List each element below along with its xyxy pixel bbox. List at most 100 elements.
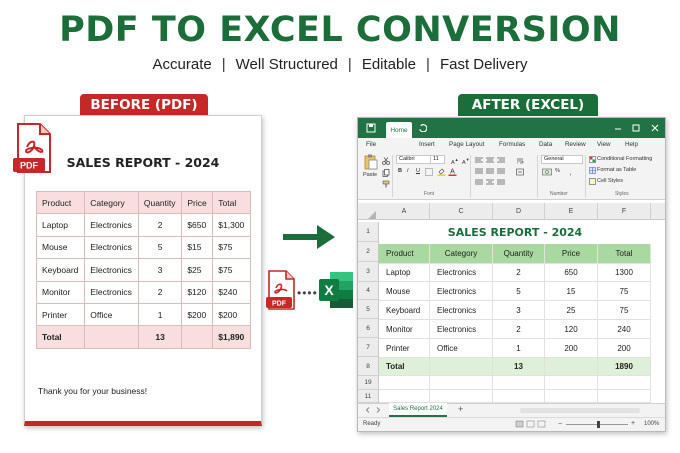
- shrink-font-icon[interactable]: A▼: [462, 157, 470, 166]
- menu-help[interactable]: Help: [625, 141, 638, 148]
- italic-button[interactable]: I: [407, 168, 409, 174]
- wrap-text-icon[interactable]: [516, 157, 524, 165]
- cell[interactable]: 240: [598, 320, 651, 339]
- cell-category-header[interactable]: Category: [430, 244, 493, 264]
- cell[interactable]: 25: [545, 301, 598, 320]
- cell[interactable]: 2: [493, 264, 545, 282]
- scroll-right-icon[interactable]: [375, 407, 381, 413]
- cell-product-header[interactable]: Product: [379, 244, 430, 264]
- horizontal-scrollbar[interactable]: [520, 408, 640, 413]
- empty-cell[interactable]: [430, 390, 493, 403]
- menu-file[interactable]: File: [366, 141, 376, 148]
- empty-cell[interactable]: [545, 376, 598, 390]
- zoom-slider-thumb[interactable]: [597, 421, 600, 428]
- empty-cell[interactable]: [545, 390, 598, 403]
- column-header-d[interactable]: D: [493, 203, 545, 220]
- font-color-icon[interactable]: A: [448, 167, 457, 176]
- scroll-left-icon[interactable]: [365, 407, 371, 413]
- save-icon[interactable]: [366, 123, 376, 133]
- row-header[interactable]: 19: [358, 376, 379, 390]
- conditional-formatting-icon[interactable]: [589, 156, 596, 163]
- grow-font-icon[interactable]: A▲: [451, 157, 459, 166]
- copy-icon[interactable]: [382, 169, 390, 177]
- underline-button[interactable]: U: [416, 168, 420, 174]
- maximize-icon[interactable]: [632, 124, 640, 132]
- zoom-out-button[interactable]: −: [558, 421, 562, 428]
- cell[interactable]: Mouse: [379, 282, 430, 301]
- cell[interactable]: 650: [545, 264, 598, 282]
- cell[interactable]: 1300: [598, 264, 651, 282]
- format-painter-icon[interactable]: [382, 180, 390, 188]
- format-as-table-icon[interactable]: [589, 167, 596, 174]
- cell[interactable]: 15: [545, 282, 598, 301]
- comma-style-icon[interactable]: ,: [566, 168, 575, 177]
- menu-data[interactable]: Data: [539, 141, 552, 148]
- number-format-select[interactable]: General: [541, 155, 583, 164]
- view-mode-icons[interactable]: [515, 420, 547, 428]
- cell[interactable]: Electronics: [430, 282, 493, 301]
- cell[interactable]: [545, 358, 598, 376]
- select-all-icon[interactable]: [368, 211, 376, 219]
- menu-view[interactable]: View: [597, 141, 611, 148]
- cell-price-header[interactable]: Price: [545, 244, 598, 264]
- menu-review[interactable]: Review: [565, 141, 586, 148]
- cell[interactable]: Electronics: [430, 320, 493, 339]
- row-header[interactable]: 8: [358, 357, 379, 376]
- sheet-tab-sales-report[interactable]: Sales Report 2024: [389, 403, 447, 417]
- cell-quantity-header[interactable]: Quantity: [493, 244, 545, 264]
- cell[interactable]: Monitor: [379, 320, 430, 339]
- column-header-c[interactable]: C: [430, 203, 493, 220]
- tab-home[interactable]: Home: [386, 122, 412, 138]
- add-sheet-button[interactable]: +: [458, 404, 463, 414]
- column-header-f[interactable]: F: [598, 203, 651, 220]
- paste-icon[interactable]: [364, 154, 378, 170]
- empty-cell[interactable]: [598, 376, 651, 390]
- empty-cell[interactable]: [379, 390, 430, 403]
- cell[interactable]: 1: [493, 339, 545, 358]
- conditional-formatting-button[interactable]: Conditional Formatting: [597, 156, 652, 162]
- zoom-in-button[interactable]: +: [631, 420, 635, 427]
- column-header-e[interactable]: E: [545, 203, 598, 220]
- sheet-title-cell[interactable]: SALES REPORT - 2024: [379, 222, 651, 242]
- cell[interactable]: 75: [598, 282, 651, 301]
- undo-icon[interactable]: [418, 123, 427, 132]
- cell[interactable]: Electronics: [430, 264, 493, 282]
- menu-insert[interactable]: Insert: [419, 141, 435, 148]
- cell[interactable]: Laptop: [379, 264, 430, 282]
- cell[interactable]: [430, 358, 493, 376]
- fill-color-icon[interactable]: [437, 167, 446, 176]
- cell[interactable]: Printer: [379, 339, 430, 358]
- row-header[interactable]: 4: [358, 282, 379, 300]
- menu-formulas[interactable]: Formulas: [499, 141, 525, 148]
- cell[interactable]: 5: [493, 282, 545, 301]
- row-header[interactable]: 11: [358, 390, 379, 403]
- alignment-icons[interactable]: [474, 156, 508, 188]
- cell-styles-button[interactable]: Cell Styles: [597, 178, 623, 184]
- cell[interactable]: Keyboard: [379, 301, 430, 320]
- cell-total-header[interactable]: Total: [598, 244, 651, 264]
- row-header[interactable]: 5: [358, 300, 379, 319]
- cell[interactable]: Electronics: [430, 301, 493, 320]
- format-as-table-button[interactable]: Format as Table: [597, 167, 636, 173]
- cut-icon[interactable]: [382, 157, 390, 165]
- cell-total-amount[interactable]: 1890: [598, 358, 651, 376]
- empty-cell[interactable]: [430, 376, 493, 390]
- merge-center-icon[interactable]: [516, 168, 524, 176]
- cell[interactable]: 3: [493, 301, 545, 320]
- cell[interactable]: Office: [430, 339, 493, 358]
- minimize-icon[interactable]: [614, 124, 622, 132]
- close-icon[interactable]: [651, 124, 659, 132]
- cell[interactable]: 200: [598, 339, 651, 358]
- menu-page-layout[interactable]: Page Layout: [449, 141, 484, 148]
- row-header[interactable]: 1: [358, 222, 379, 242]
- cell[interactable]: 200: [545, 339, 598, 358]
- column-header-a[interactable]: A: [379, 203, 430, 220]
- bold-button[interactable]: B: [398, 168, 402, 174]
- borders-icon[interactable]: [425, 168, 433, 176]
- cell[interactable]: 2: [493, 320, 545, 339]
- row-header[interactable]: 7: [358, 338, 379, 357]
- cell-total-label[interactable]: Total: [379, 358, 430, 376]
- cell-total-quantity[interactable]: 13: [493, 358, 545, 376]
- paste-button[interactable]: Paste: [363, 172, 377, 178]
- row-header[interactable]: 3: [358, 262, 379, 282]
